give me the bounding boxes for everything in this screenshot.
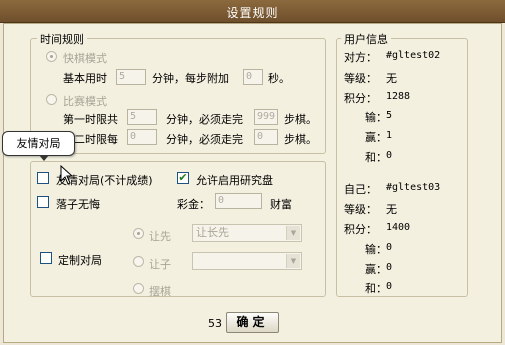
- prize-unit: 财富: [270, 198, 292, 211]
- second-moves-input[interactable]: 0: [254, 129, 278, 145]
- self-level-label: 等级：: [344, 203, 377, 216]
- friendly-game-checkbox[interactable]: [37, 172, 49, 184]
- opponent-draw: 0: [386, 150, 393, 161]
- allow-study-checkbox[interactable]: ✔: [177, 172, 189, 184]
- prize-label: 彩金：: [177, 198, 210, 211]
- allow-study-label: 允许启用研究盘: [196, 174, 273, 187]
- self-points-label: 积分：: [344, 223, 377, 236]
- mouse-cursor-icon: [60, 165, 74, 185]
- first-move-label: 让先: [149, 230, 171, 243]
- add-seconds-input[interactable]: 0: [243, 69, 263, 85]
- second-minutes-must-label: 分钟，必须走完: [166, 133, 243, 146]
- minutes-each-add-label: 分钟，每步附加: [152, 72, 229, 85]
- opponent-points-label: 积分：: [344, 92, 377, 105]
- no-takeback-label: 落子无悔: [56, 198, 100, 211]
- first-move-radio[interactable]: [133, 228, 144, 239]
- fast-mode-label: 快棋模式: [63, 52, 107, 65]
- chevron-down-icon[interactable]: ▼: [286, 254, 300, 268]
- custom-game-checkbox[interactable]: [40, 252, 52, 264]
- first-moves-unit: 步棋。: [284, 113, 317, 126]
- user-info-legend: 用户信息: [341, 31, 391, 47]
- first-move-select[interactable]: 让长先 ▼: [192, 224, 302, 242]
- self-name: #gltest03: [386, 182, 441, 193]
- self-lose-label: 输：: [365, 243, 387, 256]
- opponent-points: 1288: [386, 91, 411, 102]
- title-bar[interactable]: 设置规则: [0, 0, 505, 23]
- self-points: 1400: [386, 222, 411, 233]
- self-draw: 0: [386, 281, 393, 292]
- match-mode-label: 比赛模式: [63, 95, 107, 108]
- opponent-win-label: 赢：: [365, 131, 387, 144]
- opponent-draw-label: 和：: [365, 151, 387, 164]
- self-name-label: 自己：: [344, 183, 377, 196]
- base-time-label: 基本用时: [63, 72, 107, 85]
- second-moves-unit: 步棋。: [284, 133, 317, 146]
- self-draw-label: 和：: [365, 282, 387, 295]
- arrange-label: 摆棋: [149, 285, 171, 298]
- fast-mode-radio[interactable]: [46, 51, 57, 62]
- prize-input[interactable]: 0: [215, 193, 262, 209]
- first-moves-input[interactable]: 999: [254, 109, 278, 125]
- custom-game-label: 定制对局: [58, 254, 102, 267]
- handicap-select[interactable]: ▼: [192, 252, 302, 270]
- handicap-radio[interactable]: [133, 256, 144, 267]
- match-mode-radio[interactable]: [46, 94, 57, 105]
- opponent-level: 无: [386, 72, 397, 85]
- seconds-unit: 秒。: [268, 72, 290, 85]
- friendly-game-tooltip: 友情对局: [2, 131, 75, 161]
- arrange-radio[interactable]: [133, 283, 144, 294]
- first-minutes-input[interactable]: 5: [127, 109, 157, 125]
- time-rules-legend: 时间规则: [37, 31, 87, 47]
- self-lose: 0: [386, 242, 393, 253]
- second-minutes-input[interactable]: 0: [127, 129, 157, 145]
- opponent-name: #gltest02: [386, 50, 441, 61]
- no-takeback-checkbox[interactable]: [37, 196, 49, 208]
- first-minutes-must-label: 分钟，必须走完: [166, 113, 243, 126]
- first-move-select-value: 让长先: [196, 226, 229, 239]
- opponent-lose: 5: [386, 110, 393, 121]
- chevron-down-icon[interactable]: ▼: [286, 226, 300, 240]
- self-win: 0: [386, 262, 393, 273]
- self-win-label: 赢：: [365, 263, 387, 276]
- ok-button[interactable]: 确定: [226, 312, 279, 333]
- countdown-timer: 53: [208, 317, 222, 330]
- opponent-win: 1: [386, 130, 393, 141]
- first-limit-label: 第一时限共: [63, 113, 118, 126]
- base-time-input[interactable]: 5: [116, 69, 146, 85]
- handicap-label: 让子: [149, 258, 171, 271]
- self-level: 无: [386, 203, 397, 216]
- opponent-level-label: 等级：: [344, 72, 377, 85]
- window-title: 设置规则: [226, 6, 279, 20]
- opponent-name-label: 对方：: [344, 51, 377, 64]
- opponent-lose-label: 输：: [365, 111, 387, 124]
